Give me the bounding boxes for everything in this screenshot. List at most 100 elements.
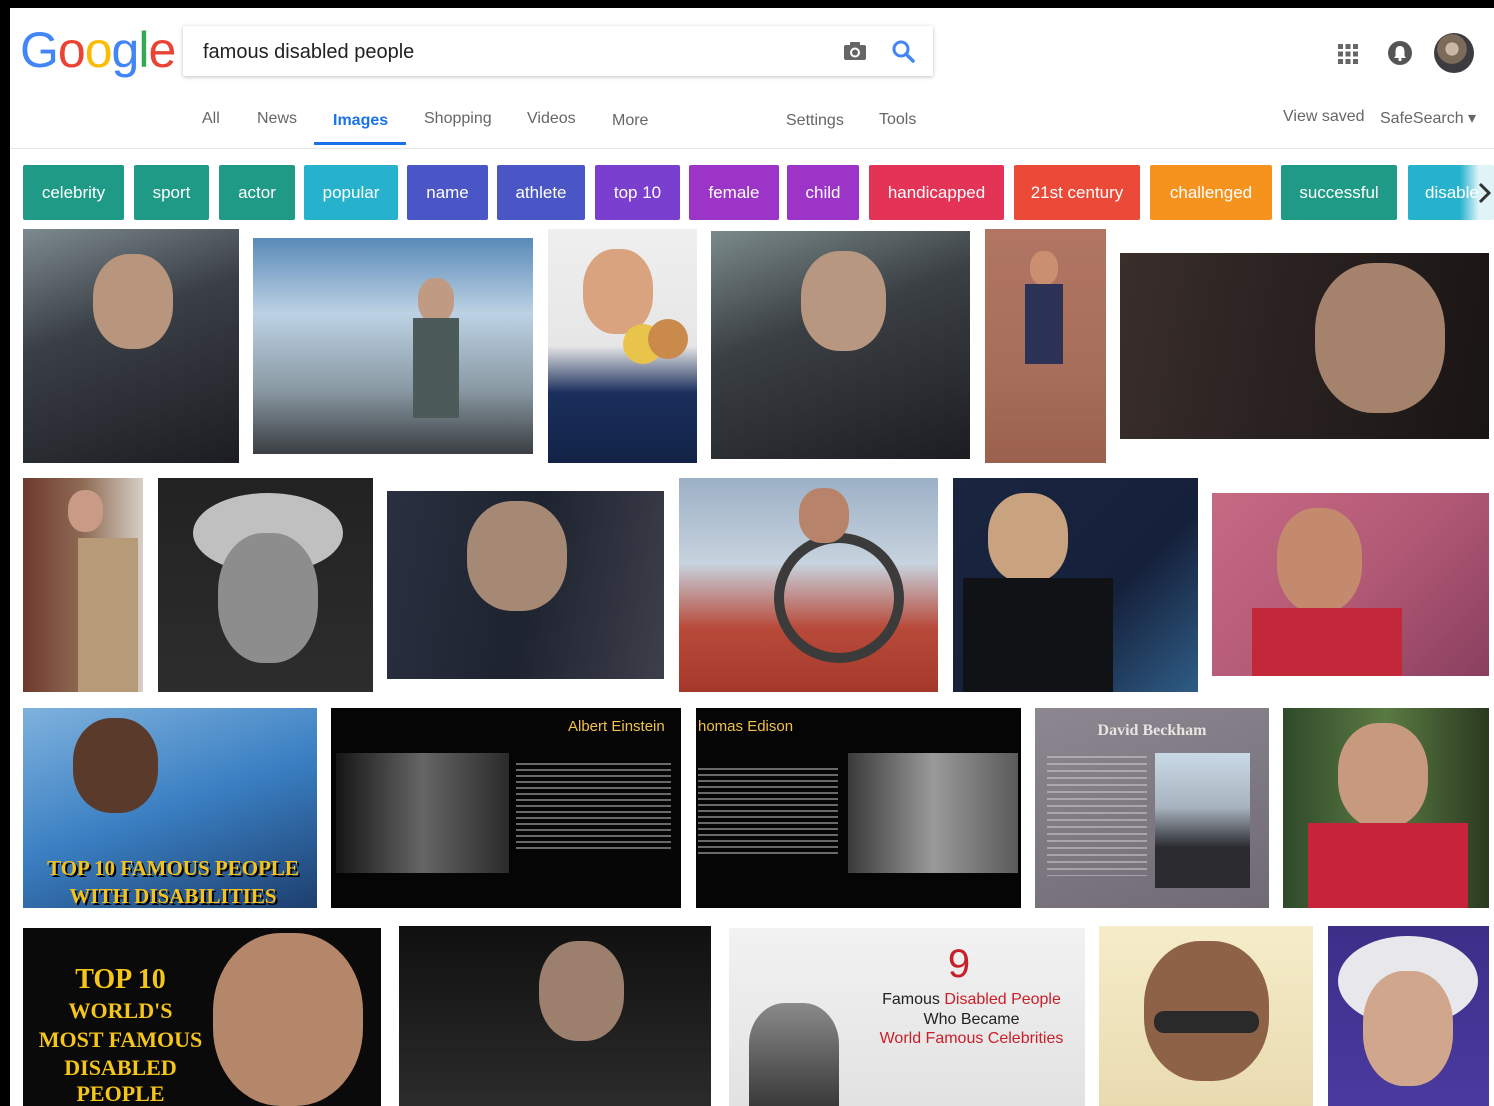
image-result[interactable] [711,231,970,459]
image-result[interactable] [253,238,533,454]
search-icon[interactable] [889,37,917,65]
overlay-title-line1: TOP 10 FAMOUS PEOPLE [47,856,299,880]
face-shape [1030,251,1058,285]
face-shape [467,501,567,611]
figure-shape [413,318,459,418]
figure-shape [963,578,1113,692]
chip-handicapped[interactable]: handicapped [869,165,1004,220]
face-shape [218,533,318,663]
face-shape [1363,971,1453,1086]
portrait-shape [336,753,509,873]
chip-top-10[interactable]: top 10 [595,165,680,220]
sunglasses-shape [1154,1011,1259,1033]
search-results-page: Google All News Images Shopping Videos M… [10,8,1494,1106]
image-result[interactable]: TOP 10 FAMOUS PEOPLE WITH DISABILITIES [23,708,317,908]
body-text-lines [698,768,838,858]
image-result[interactable] [1099,926,1313,1106]
slide-title: Albert Einstein [568,718,665,735]
face-shape [988,493,1068,583]
view-saved-link[interactable]: View saved [1283,108,1365,126]
tab-videos[interactable]: Videos [527,110,576,128]
face-shape [1277,508,1362,613]
image-result[interactable]: homas Edison [696,708,1021,908]
apps-grid-icon[interactable] [1337,43,1359,65]
image-result[interactable]: TOP 10 WORLD'S MOST FAMOUS DISABLED PEOP… [23,928,381,1106]
image-result[interactable] [1212,493,1489,676]
chip-actor[interactable]: actor [219,165,295,220]
chip-21st-century[interactable]: 21st century [1014,165,1140,220]
caption-line1: Famous Disabled People [849,991,1085,1009]
search-input[interactable] [201,39,805,65]
tab-all[interactable]: All [202,110,220,128]
chip-celebrity[interactable]: celebrity [23,165,124,220]
chip-sport[interactable]: sport [134,165,209,220]
tab-images[interactable]: Images [333,112,388,130]
portrait-shape [848,753,1018,873]
caption-disabled-people: Disabled People [944,991,1061,1008]
medal-shape [648,319,688,359]
body-text-lines [1047,756,1147,876]
image-result[interactable] [1120,253,1489,439]
body-text-lines [516,763,671,853]
image-result[interactable] [399,926,711,1106]
image-result[interactable]: Albert Einstein [331,708,681,908]
safesearch-dropdown[interactable]: SafeSearch ▾ [1380,108,1476,128]
camera-icon[interactable] [841,37,869,65]
image-result[interactable]: David Beckham [1035,708,1269,908]
nav-divider [10,148,1494,149]
active-tab-indicator [314,142,406,145]
face-shape [1338,723,1428,828]
chip-name[interactable]: name [407,165,488,220]
wheel-shape [774,533,904,663]
image-result[interactable] [23,478,143,692]
image-result[interactable] [158,478,373,692]
image-result[interactable] [23,229,239,463]
chip-female[interactable]: female [689,165,779,220]
overlay-title-line2: WORLD'S [68,998,173,1023]
search-box [183,26,933,76]
image-result[interactable] [1328,926,1489,1106]
chip-athlete[interactable]: athlete [497,165,585,220]
face-shape [68,490,103,532]
image-result[interactable] [387,491,664,679]
portrait-shape [1155,753,1250,888]
google-logo[interactable]: Google [20,20,176,80]
chip-child[interactable]: child [787,165,859,220]
figure-shape [1308,823,1468,908]
logo-letter: G [20,22,59,78]
image-result[interactable] [548,229,697,463]
tab-news[interactable]: News [257,110,297,128]
face-shape [213,933,363,1106]
figure-shape [78,538,138,692]
image-result[interactable] [679,478,938,692]
face-shape [93,254,173,349]
figure-shape [1252,608,1402,676]
face-shape [801,251,886,351]
chip-successful[interactable]: successful [1281,165,1397,220]
tools-link[interactable]: Tools [879,111,916,129]
face-shape [583,249,653,334]
face-shape [799,488,849,543]
notifications-icon[interactable] [1387,40,1413,66]
settings-link[interactable]: Settings [786,112,844,130]
slide-title: homas Edison [698,718,794,735]
image-result[interactable]: 9 Famous Disabled People Who Became Worl… [729,928,1085,1106]
image-result[interactable] [985,229,1106,463]
figure-shape [1025,284,1063,364]
chip-challenged[interactable]: challenged [1150,165,1272,220]
caption-line3: World Famous Celebrities [879,1030,1064,1047]
chip-popular[interactable]: popular [304,165,398,220]
logo-letter: l [138,22,149,78]
tab-shopping[interactable]: Shopping [424,110,492,128]
image-result[interactable] [953,478,1198,692]
account-avatar[interactable] [1434,33,1474,73]
chevron-right-icon[interactable] [1460,165,1494,220]
image-result[interactable] [1283,708,1489,908]
face-shape [73,718,158,813]
tab-more[interactable]: More [612,112,648,130]
overlay-title-line4: DISABLED PEOPLE [64,1055,177,1106]
slide-title: David Beckham [1097,722,1207,739]
face-shape [1315,263,1445,413]
portrait-shape [749,1003,839,1106]
caption-famous: Famous [882,991,945,1008]
